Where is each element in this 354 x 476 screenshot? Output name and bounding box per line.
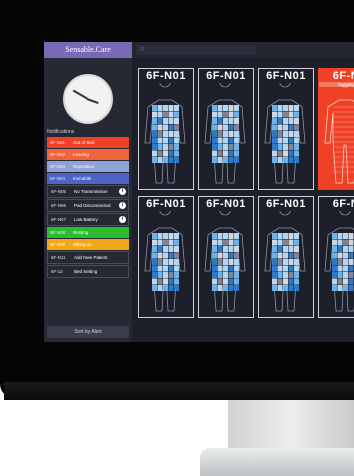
bed-card[interactable]: 6F-N01 [198, 196, 254, 318]
search-input[interactable]: ⚲ [136, 45, 256, 55]
notification-bed: 6F-N02 [50, 152, 66, 157]
notification-item[interactable]: 6F-N02 Leaving [47, 149, 129, 160]
notification-bed: 6F-N07 [51, 217, 67, 222]
notification-item[interactable]: 6F-N09 Sitting up [47, 239, 129, 250]
pressure-map [264, 211, 306, 312]
notification-bed: 6F-N08 [50, 230, 66, 235]
notification-label: Low Battery [74, 217, 98, 222]
notification-bed: 6F-N04 [50, 176, 66, 181]
bed-card[interactable]: 6F-N [318, 196, 354, 318]
notification-item[interactable]: 6F-N08 Resting [47, 227, 129, 238]
notification-item[interactable]: 6F-N01 Out of Bed [47, 137, 129, 148]
notification-label: Out of Bed [73, 140, 95, 145]
bed-label: 6F-N [332, 198, 354, 210]
notification-label: Pad Disconnected [74, 203, 111, 208]
notification-item[interactable]: 6F-N06 Pad Disconnected i [47, 199, 129, 212]
brand-logo: Sensable.Care [44, 42, 132, 58]
notification-bed: 6F-N05 [51, 189, 67, 194]
notification-bed: 6F-12 [51, 269, 63, 274]
notification-bed: 6F-N03 [50, 164, 66, 169]
notification-label: Sitting up [73, 242, 92, 247]
bed-card[interactable]: 6F-N01 [198, 68, 254, 190]
pressure-map [324, 83, 354, 184]
notification-label: Leaving [73, 152, 89, 157]
notification-label: Reposition [73, 164, 95, 169]
bed-card[interactable]: 6F-N01 [258, 68, 314, 190]
notification-list: 6F-N01 Out of Bed 6F-N02 Leaving 6F-N03 Repos… [47, 137, 129, 279]
info-icon[interactable]: i [119, 202, 126, 209]
bed-label: 6F-N [332, 70, 354, 82]
pressure-map [144, 83, 186, 184]
notification-bed: 6F-N01 [50, 140, 66, 145]
app-screen: Sensable.Care ⚲ Notifications 6F-N01 Out … [44, 42, 354, 342]
bed-label: 6F-N01 [146, 198, 186, 210]
notification-item[interactable]: 6F-N04 Immobile [47, 173, 129, 184]
pressure-map [204, 83, 246, 184]
notification-item[interactable]: 6F-N07 Low Battery i [47, 213, 129, 226]
bed-card[interactable]: 6F-N01 [138, 68, 194, 190]
sidebar: Notifications 6F-N01 Out of Bed 6F-N02 Leav… [44, 58, 132, 342]
pressure-map [204, 211, 246, 312]
notification-item[interactable]: 6F-N11 Add New Patient [47, 251, 129, 264]
notification-bed: 6F-N06 [51, 203, 67, 208]
info-icon[interactable]: i [119, 188, 126, 195]
bed-label: 6F-N01 [266, 70, 306, 82]
bed-label: 6F-N01 [146, 70, 186, 82]
notification-label: Resting [73, 230, 89, 235]
notification-item[interactable]: 6F-N05 No Transmission i [47, 185, 129, 198]
notifications-title: Notifications [47, 129, 75, 135]
monitor-stand [228, 400, 354, 452]
notification-label: No Transmission [74, 189, 108, 194]
notification-label: Bed Setting [74, 269, 98, 274]
notification-label: Add New Patient [74, 255, 108, 260]
monitor-chin [4, 382, 354, 400]
notification-item[interactable]: 6F-N03 Reposition [47, 161, 129, 172]
bed-card[interactable]: 6F-N01 [258, 196, 314, 318]
bed-label: 6F-N01 [206, 70, 246, 82]
pressure-map [144, 211, 186, 312]
info-icon[interactable]: i [119, 216, 126, 223]
clock-icon [63, 74, 113, 124]
bed-label: 6F-N01 [206, 198, 246, 210]
notification-bed: 6F-N11 [51, 255, 66, 260]
monitor-stand-base [200, 448, 354, 476]
bed-card[interactable]: 6F-N01 [138, 196, 194, 318]
pressure-map [324, 211, 354, 312]
pressure-map [264, 83, 306, 184]
notification-label: Immobile [73, 176, 92, 181]
notification-item[interactable]: 6F-12 Bed Setting [47, 265, 129, 278]
bed-label: 6F-N01 [266, 198, 306, 210]
notification-bed: 6F-N09 [50, 242, 66, 247]
bed-card[interactable]: 6F-NLeaving [318, 68, 354, 190]
search-icon: ⚲ [140, 47, 145, 53]
sort-by-alert-button[interactable]: Sort by Alert [47, 326, 129, 338]
